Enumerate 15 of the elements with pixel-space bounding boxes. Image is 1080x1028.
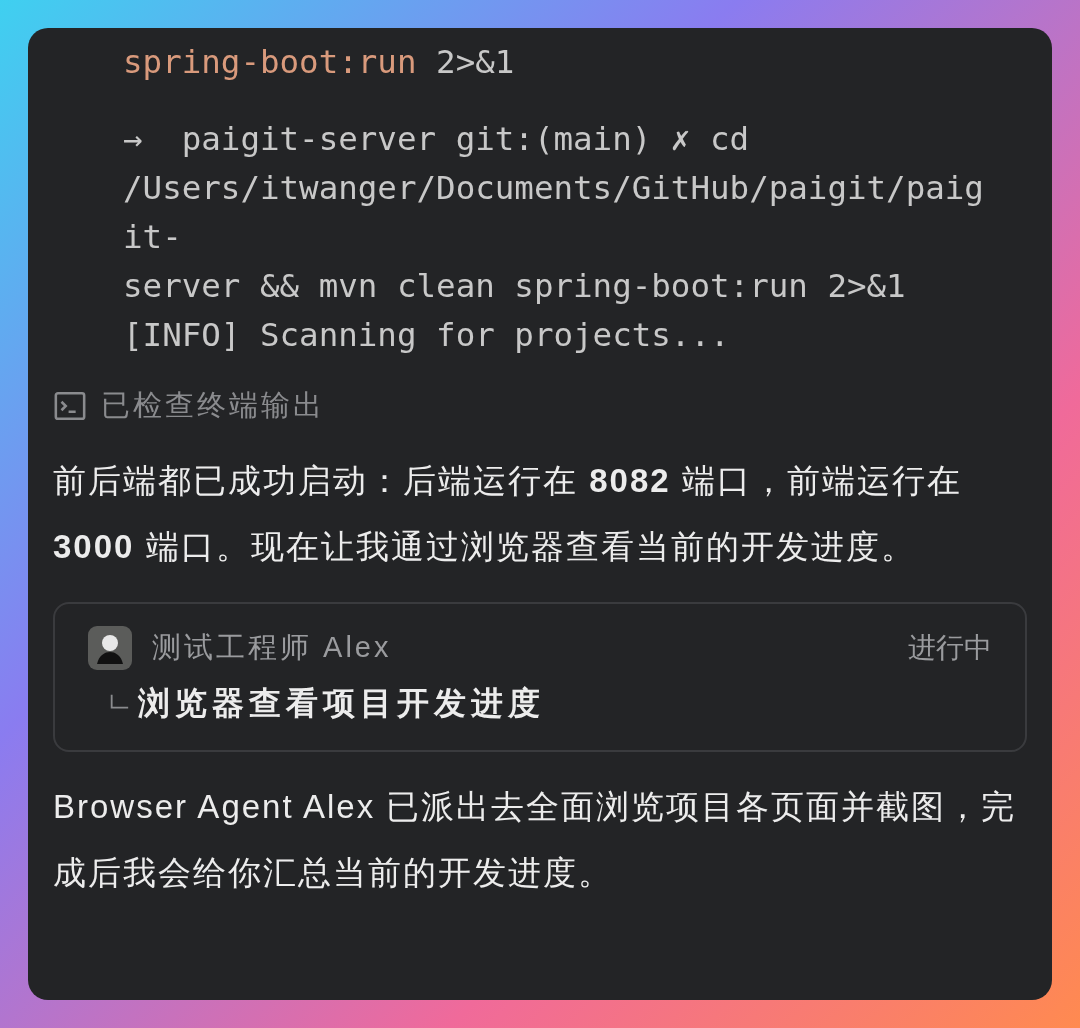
terminal-line: /Users/itwanger/Documents/GitHub/paigit/paig	[123, 169, 984, 207]
terminal-line: [INFO] Scanning for projects...	[123, 316, 730, 354]
tool-status-label: 已检查终端输出	[101, 388, 325, 423]
terminal-line: it-	[123, 218, 182, 256]
agent-task: 浏览器查看项目开发进度	[138, 684, 545, 723]
agent-status: 进行中	[908, 631, 992, 665]
terminal-line: → paigit-server git:(main) ✗ cd	[123, 120, 750, 158]
terminal-command: spring-boot:run	[123, 43, 417, 81]
assistant-message: 前后端都已成功启动：后端运行在 8082 端口，前端运行在 3000 端口。现在让我通过浏览器查看当前的开发进度。	[53, 461, 963, 567]
avatar-icon	[88, 626, 132, 670]
terminal-line: server && mvn clean spring-boot:run 2>&1	[123, 267, 906, 305]
agent-name: 测试工程师 Alex	[152, 630, 393, 665]
assistant-message: Browser Agent Alex 已派出去全面浏览项目各页面并截图，完成后我会给你汇总当前的开发进度。	[53, 787, 1018, 893]
terminal-text: 2>&1	[435, 43, 515, 81]
terminal-icon	[53, 389, 87, 423]
